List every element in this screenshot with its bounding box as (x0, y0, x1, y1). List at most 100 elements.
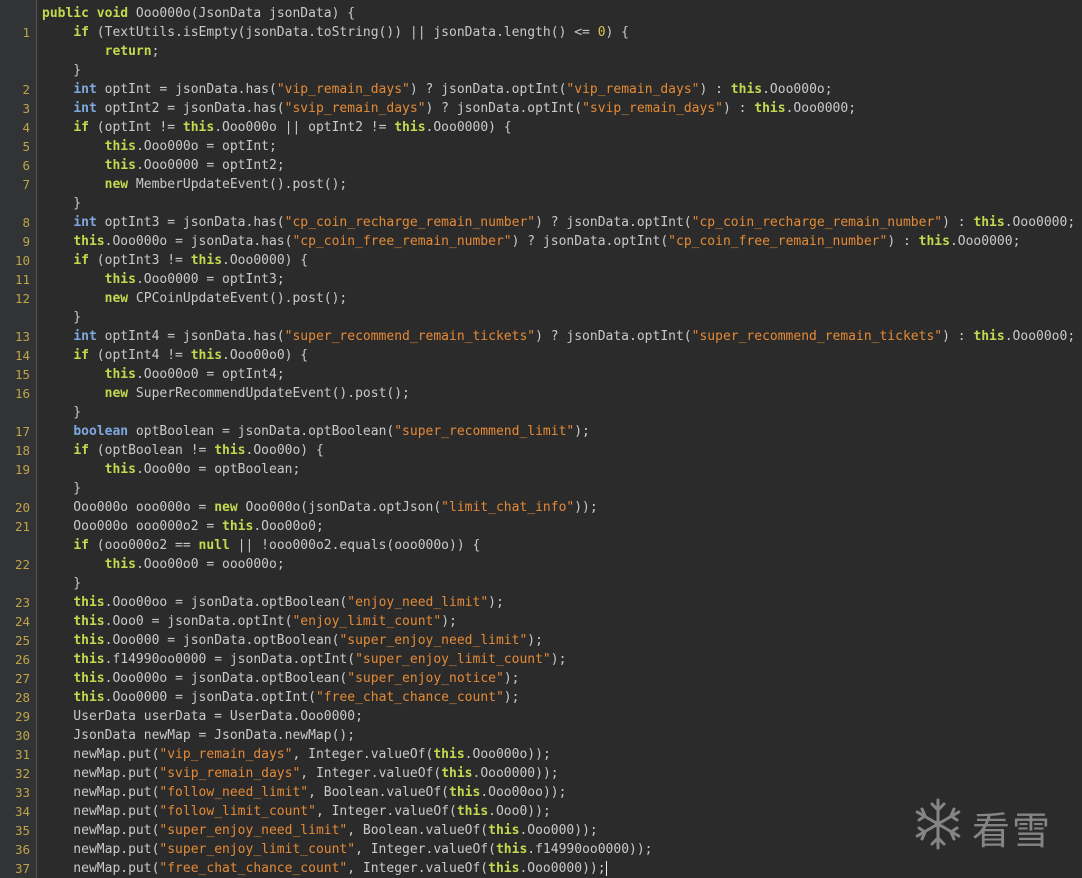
line-number: 18 (14, 443, 30, 458)
code-text: newMap.put("follow_limit_count", Integer… (42, 804, 551, 819)
line-number: 22 (14, 557, 30, 572)
code-line[interactable]: } (0, 308, 1082, 327)
code-line[interactable]: 16 new SuperRecommendUpdateEvent().post(… (0, 384, 1082, 403)
code-line[interactable]: 11 this.Ooo0000 = optInt3; (0, 270, 1082, 289)
code-line[interactable]: 19 this.Ooo00o = optBoolean; (0, 460, 1082, 479)
code-line[interactable]: 12 new CPCoinUpdateEvent().post(); (0, 289, 1082, 308)
line-number: 31 (14, 747, 30, 762)
code-text: if (TextUtils.isEmpty(jsonData.toString(… (73, 25, 630, 40)
code-line[interactable]: } (0, 479, 1082, 498)
code-line[interactable]: 2 int optInt = jsonData.has("vip_remain_… (0, 80, 1082, 99)
code-text: this.Ooo000 = jsonData.optBoolean("super… (73, 633, 543, 648)
code-line[interactable]: } (0, 194, 1082, 213)
code-text: this.Ooo00oo = jsonData.optBoolean("enjo… (73, 595, 504, 610)
code-text: this.Ooo00o0 = optInt4; (104, 367, 285, 382)
code-line[interactable]: 37 newMap.put("free_chat_chance_count", … (0, 859, 1082, 878)
code-line[interactable]: return; (0, 42, 1082, 61)
code-line[interactable]: 17 boolean optBoolean = jsonData.optBool… (0, 422, 1082, 441)
code-line[interactable]: 28 this.Ooo0000 = jsonData.optInt("free_… (0, 688, 1082, 707)
code-text: Ooo000o ooo000o = new Ooo000o(jsonData.o… (42, 500, 598, 515)
line-number: 21 (14, 519, 30, 534)
code-line[interactable]: 8 int optInt3 = jsonData.has("cp_coin_re… (0, 213, 1082, 232)
code-line[interactable]: 21 Ooo000o ooo000o2 = this.Ooo00o0; (0, 517, 1082, 536)
code-text: this.Ooo00o = optBoolean; (104, 462, 301, 477)
code-text: newMap.put("super_enjoy_limit_count", In… (42, 842, 653, 857)
line-number: 4 (22, 120, 30, 135)
code-line[interactable]: 9 this.Ooo000o = jsonData.has("cp_coin_f… (0, 232, 1082, 251)
code-text: } (42, 405, 82, 420)
line-number: 10 (14, 253, 30, 268)
code-line[interactable]: 5 this.Ooo000o = optInt; (0, 137, 1082, 156)
code-line[interactable]: 18 if (optBoolean != this.Ooo00o) { (0, 441, 1082, 460)
line-number: 11 (14, 272, 30, 287)
code-line[interactable]: 10 if (optInt3 != this.Ooo0000) { (0, 251, 1082, 270)
code-line[interactable]: 7 new MemberUpdateEvent().post(); (0, 175, 1082, 194)
code-line[interactable]: 27 this.Ooo000o = jsonData.optBoolean("s… (0, 669, 1082, 688)
code-text: } (42, 63, 82, 78)
line-number: 13 (14, 329, 30, 344)
line-number: 32 (14, 766, 30, 781)
code-text: int optInt3 = jsonData.has("cp_coin_rech… (73, 215, 1076, 230)
code-line[interactable]: 22 this.Ooo00o0 = ooo000o; (0, 555, 1082, 574)
line-number: 15 (14, 367, 30, 382)
line-number: 28 (14, 690, 30, 705)
code-line[interactable]: 20 Ooo000o ooo000o = new Ooo000o(jsonDat… (0, 498, 1082, 517)
line-number: 20 (14, 500, 30, 515)
line-number: 24 (14, 614, 30, 629)
code-line[interactable]: 26 this.f14990oo0000 = jsonData.optInt("… (0, 650, 1082, 669)
text-cursor (605, 861, 607, 876)
code-line[interactable]: } (0, 574, 1082, 593)
code-line[interactable]: if (ooo000o2 == null || !ooo000o2.equals… (0, 536, 1082, 555)
code-line[interactable]: 25 this.Ooo000 = jsonData.optBoolean("su… (0, 631, 1082, 650)
code-text: this.Ooo000o = jsonData.optBoolean("supe… (73, 671, 520, 686)
code-text: JsonData newMap = JsonData.newMap(); (42, 728, 356, 743)
code-line[interactable]: } (0, 403, 1082, 422)
line-number: 1 (22, 25, 30, 40)
code-line[interactable]: 24 this.Ooo0 = jsonData.optInt("enjoy_li… (0, 612, 1082, 631)
code-text: UserData userData = UserData.Ooo0000; (42, 709, 363, 724)
code-editor[interactable]: public void Ooo000o(JsonData jsonData) {… (0, 4, 1082, 878)
watermark: 看雪 (910, 796, 1070, 856)
code-line[interactable]: 14 if (optInt4 != this.Ooo00o0) { (0, 346, 1082, 365)
code-text: if (optInt4 != this.Ooo00o0) { (73, 348, 309, 363)
code-line[interactable]: 3 int optInt2 = jsonData.has("svip_remai… (0, 99, 1082, 118)
line-number: 6 (22, 158, 30, 173)
code-text: } (42, 310, 82, 325)
code-text: this.f14990oo0000 = jsonData.optInt("sup… (73, 652, 567, 667)
line-number: 17 (14, 424, 30, 439)
line-number: 2 (22, 82, 30, 97)
line-number: 7 (22, 177, 30, 192)
code-line[interactable]: } (0, 61, 1082, 80)
line-number: 27 (14, 671, 30, 686)
code-text: new SuperRecommendUpdateEvent().post(); (104, 386, 410, 401)
line-number: 36 (14, 842, 30, 857)
code-text: int optInt2 = jsonData.has("svip_remain_… (73, 101, 857, 116)
code-line[interactable]: 1 if (TextUtils.isEmpty(jsonData.toStrin… (0, 23, 1082, 42)
code-line[interactable]: 32 newMap.put("svip_remain_days", Intege… (0, 764, 1082, 783)
code-text: } (42, 481, 82, 496)
code-line[interactable]: 30 JsonData newMap = JsonData.newMap(); (0, 726, 1082, 745)
code-line[interactable]: 15 this.Ooo00o0 = optInt4; (0, 365, 1082, 384)
code-text: this.Ooo0000 = optInt2; (104, 158, 285, 173)
line-number: 29 (14, 709, 30, 724)
code-text: if (optInt3 != this.Ooo0000) { (73, 253, 309, 268)
line-number: 37 (14, 861, 30, 876)
code-text: if (optInt != this.Ooo000o || optInt2 !=… (73, 120, 512, 135)
watermark-text: 看雪 (972, 809, 1053, 853)
code-text: newMap.put("vip_remain_days", Integer.va… (42, 747, 551, 762)
code-line[interactable]: 31 newMap.put("vip_remain_days", Integer… (0, 745, 1082, 764)
code-line[interactable]: 13 int optInt4 = jsonData.has("super_rec… (0, 327, 1082, 346)
code-line[interactable]: public void Ooo000o(JsonData jsonData) { (0, 4, 1082, 23)
code-text: this.Ooo0 = jsonData.optInt("enjoy_limit… (73, 614, 457, 629)
code-text: newMap.put("free_chat_chance_count", Int… (42, 861, 607, 876)
line-number: 16 (14, 386, 30, 401)
line-number: 30 (14, 728, 30, 743)
line-number: 5 (22, 139, 30, 154)
code-line[interactable]: 23 this.Ooo00oo = jsonData.optBoolean("e… (0, 593, 1082, 612)
code-text: newMap.put("follow_need_limit", Boolean.… (42, 785, 567, 800)
code-line[interactable]: 6 this.Ooo0000 = optInt2; (0, 156, 1082, 175)
code-text: new MemberUpdateEvent().post(); (104, 177, 348, 192)
code-line[interactable]: 29 UserData userData = UserData.Ooo0000; (0, 707, 1082, 726)
code-text: } (42, 576, 82, 591)
code-line[interactable]: 4 if (optInt != this.Ooo000o || optInt2 … (0, 118, 1082, 137)
